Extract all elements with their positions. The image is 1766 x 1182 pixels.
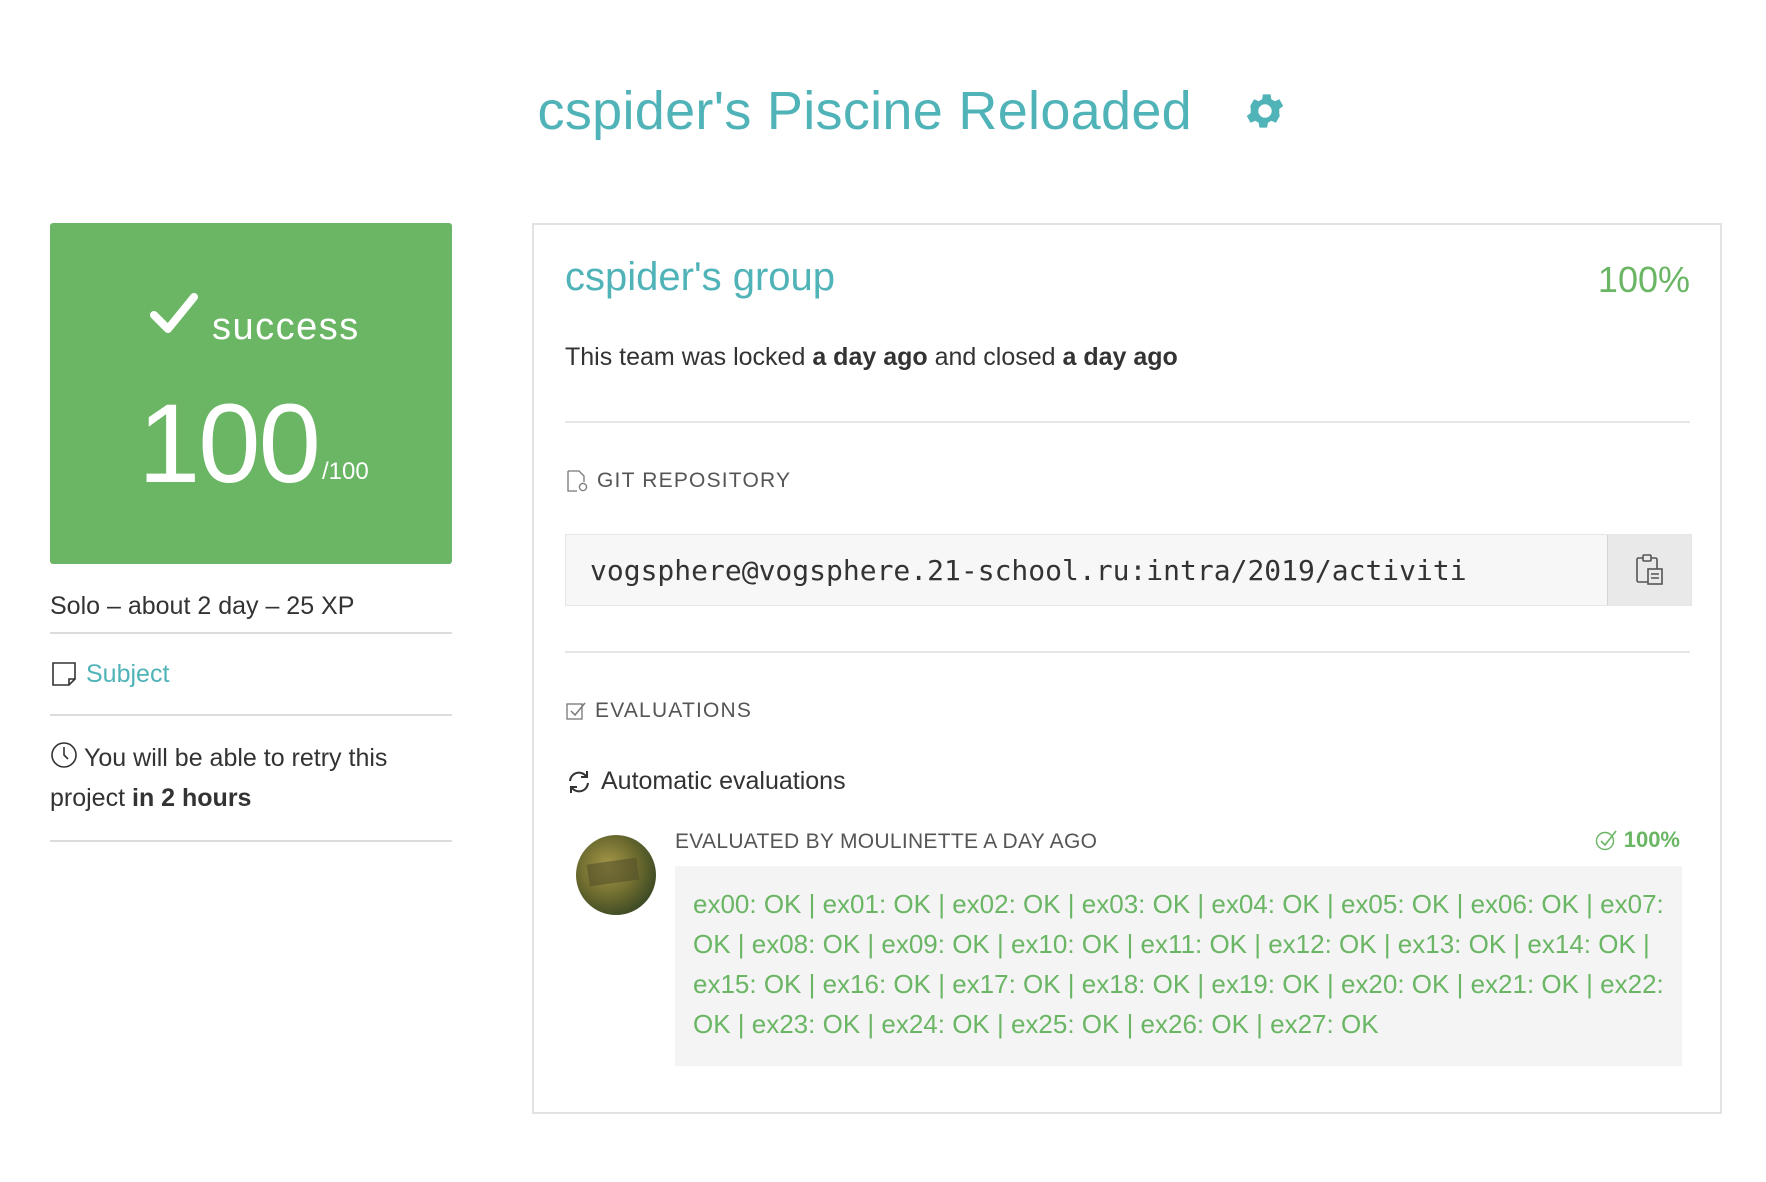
project-summary: success 100 /100 Solo – about 2 day – 25…	[50, 223, 452, 842]
check-circle-icon	[1595, 830, 1617, 851]
final-score: 100	[138, 381, 321, 506]
closed-prefix: and closed	[934, 343, 1056, 371]
team-panel: cspider's group 100% This team was locke…	[532, 223, 1722, 1114]
evaluation-percent: 100%	[1594, 827, 1680, 853]
copy-button[interactable]	[1607, 535, 1691, 605]
git-repository-field	[565, 534, 1692, 606]
status-label: success	[212, 306, 360, 348]
status-box: success 100 /100	[50, 223, 452, 564]
checkmark-icon	[150, 293, 198, 333]
evaluations-section-label: EVALUATIONS	[565, 699, 752, 723]
team-percent: 100%	[1597, 259, 1690, 300]
evaluation-percent-value: 100%	[1623, 827, 1680, 852]
team-name: cspider's group	[565, 255, 835, 299]
subject-label[interactable]: Subject	[86, 660, 169, 689]
document-icon	[52, 662, 76, 686]
subject-link[interactable]: Subject	[50, 634, 452, 714]
locked-prefix: This team was locked	[565, 343, 806, 371]
divider	[565, 651, 1690, 653]
git-url-input[interactable]	[566, 535, 1607, 605]
retry-info: You will be able to retry this project i…	[50, 716, 452, 840]
evaluations-label: EVALUATIONS	[595, 699, 753, 722]
divider	[50, 840, 452, 842]
git-file-icon	[567, 470, 588, 492]
evaluated-by: EVALUATED BY MOULINETTE A DAY AGO	[675, 830, 1098, 853]
clock-icon	[51, 742, 77, 768]
refresh-icon	[569, 770, 589, 793]
locked-when: a day ago	[812, 343, 928, 371]
automatic-evaluations-label: Automatic evaluations	[601, 767, 846, 795]
page-title: cspider's Piscine Reloaded	[537, 81, 1192, 141]
retry-time: in 2 hours	[132, 784, 252, 812]
clipboard-icon	[1635, 554, 1663, 585]
closed-when: a day ago	[1062, 343, 1178, 371]
git-label: GIT REPOSITORY	[597, 469, 792, 492]
automatic-evaluations-heading: Automatic evaluations	[565, 767, 846, 796]
git-section-label: GIT REPOSITORY	[565, 469, 791, 493]
score-max: /100	[322, 458, 369, 485]
evaluation-result: ex00: OK | ex01: OK | ex02: OK | ex03: O…	[675, 866, 1682, 1066]
title-row: cspider's Piscine Reloaded	[0, 80, 1766, 142]
team-lock-status: This team was locked a day ago and close…	[565, 343, 1178, 372]
project-meta: Solo – about 2 day – 25 XP	[50, 592, 355, 620]
divider	[565, 421, 1690, 423]
gear-icon[interactable]	[1242, 88, 1288, 134]
checkbox-icon	[566, 702, 586, 720]
avatar[interactable]	[576, 835, 656, 915]
